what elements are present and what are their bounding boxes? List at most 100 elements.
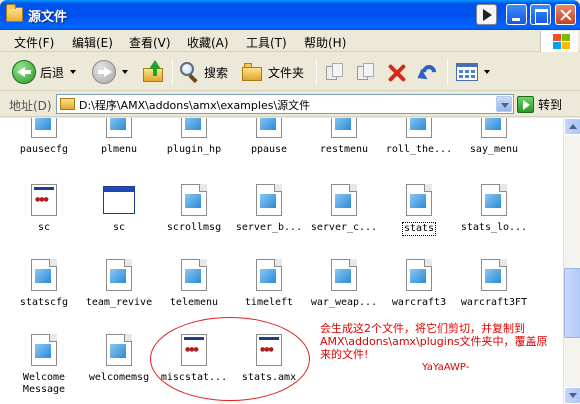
scroll-down-button[interactable] — [564, 387, 580, 404]
scroll-thumb[interactable] — [564, 268, 580, 338]
back-button[interactable]: 后退 — [12, 59, 77, 85]
move-to-icon — [324, 62, 344, 82]
minimize-button[interactable] — [506, 4, 527, 25]
source-file-icon — [31, 259, 57, 291]
file-item[interactable]: war_weap... — [306, 259, 382, 309]
file-item[interactable]: stats_lo... — [456, 184, 532, 234]
file-label: telemenu — [169, 297, 219, 308]
back-label: 后退 — [40, 65, 65, 80]
file-item[interactable]: warcraft3 — [381, 259, 457, 309]
file-item[interactable]: server_b... — [231, 184, 307, 234]
chevron-down-icon[interactable] — [484, 70, 490, 74]
file-item[interactable]: ppause — [231, 118, 307, 156]
forward-button[interactable] — [92, 59, 128, 85]
file-label: restmenu — [319, 144, 369, 155]
media-play-icon[interactable] — [476, 4, 497, 25]
menu-help[interactable]: 帮助(H) — [304, 34, 346, 51]
file-label-selected: stats — [401, 222, 437, 236]
source-file-icon — [181, 184, 207, 216]
copy-to-button[interactable] — [355, 59, 375, 85]
file-label: say_menu — [469, 144, 519, 155]
file-item[interactable]: warcraft3FT — [456, 259, 532, 309]
file-item[interactable]: scrollmsg — [156, 184, 232, 234]
go-label: 转到 — [538, 98, 563, 112]
move-to-button[interactable] — [324, 59, 344, 85]
file-item[interactable]: restmenu — [306, 118, 382, 156]
folder-up-icon — [143, 60, 165, 82]
annotation-line: 来的文件! — [320, 348, 369, 361]
views-button[interactable] — [456, 59, 490, 85]
menu-view[interactable]: 查看(V) — [129, 34, 171, 51]
vertical-scrollbar[interactable] — [563, 118, 580, 404]
file-view[interactable]: pausecfg plmenu plugin_hp ppause restmen… — [0, 118, 563, 404]
maximize-button[interactable] — [530, 4, 551, 25]
menu-edit[interactable]: 编辑(E) — [72, 34, 113, 51]
toolbar-separator — [447, 60, 448, 84]
source-file-icon — [481, 118, 507, 138]
file-label: pausecfg — [19, 144, 69, 155]
annotation-signature: YaYaAWP- — [422, 362, 470, 373]
title-bar[interactable]: 源文件 — [0, 0, 580, 30]
address-path[interactable]: D:\程序\AMX\addons\amx\examples\源文件 — [79, 97, 310, 113]
file-item[interactable]: plmenu — [81, 118, 157, 156]
file-item[interactable]: timeleft — [231, 259, 307, 309]
menu-favorites[interactable]: 收藏(A) — [187, 34, 229, 51]
source-file-icon — [406, 259, 432, 291]
file-item[interactable]: say_menu — [456, 118, 532, 156]
source-file-icon — [331, 184, 357, 216]
delete-button[interactable] — [386, 59, 406, 85]
file-item[interactable]: plugin_hp — [156, 118, 232, 156]
menu-tools[interactable]: 工具(T) — [246, 34, 287, 51]
file-item[interactable]: welcomemsg — [81, 334, 157, 384]
source-file-icon — [481, 259, 507, 291]
address-dropdown-button[interactable] — [496, 96, 512, 112]
file-item[interactable]: stats — [381, 184, 457, 236]
annotation-line: AMX\addons\amx\plugins文件夹中，覆盖原 — [320, 335, 548, 348]
close-button[interactable] — [555, 4, 576, 25]
undo-icon — [414, 62, 439, 84]
folder-icon — [6, 4, 23, 22]
file-item[interactable]: pausecfg — [6, 118, 82, 156]
address-bar: 地址(D) D:\程序\AMX\addons\amx\examples\源文件 … — [0, 92, 580, 117]
windows-logo-icon — [540, 31, 578, 52]
views-icon — [456, 63, 478, 81]
source-file-icon — [31, 334, 57, 366]
folders-button[interactable]: 文件夹 — [242, 59, 304, 85]
chevron-down-icon[interactable] — [122, 70, 128, 74]
source-file-icon — [106, 334, 132, 366]
scroll-up-button[interactable] — [564, 118, 580, 135]
source-file-icon — [256, 184, 282, 216]
file-item[interactable]: statscfg — [6, 259, 82, 309]
file-item[interactable]: server_c... — [306, 184, 382, 234]
copy-to-icon — [355, 62, 375, 82]
file-item[interactable]: team_revive — [81, 259, 157, 309]
source-file-icon — [181, 259, 207, 291]
undo-button[interactable] — [414, 59, 439, 85]
toolbar-separator — [172, 60, 173, 84]
folders-icon — [242, 62, 264, 82]
file-label: plmenu — [100, 144, 138, 155]
file-item[interactable]: sc — [6, 184, 82, 234]
file-label: plugin_hp — [166, 144, 222, 155]
chevron-down-icon[interactable] — [70, 70, 77, 74]
file-item[interactable]: Welcome Message — [6, 334, 82, 396]
file-item[interactable]: sc — [81, 184, 157, 234]
up-button[interactable] — [143, 59, 165, 85]
search-button[interactable]: 搜索 — [178, 59, 228, 85]
source-file-icon — [106, 118, 132, 138]
menu-file[interactable]: 文件(F) — [14, 34, 54, 51]
address-input[interactable]: D:\程序\AMX\addons\amx\examples\源文件 — [56, 94, 514, 114]
file-label: war_weap... — [310, 297, 378, 308]
toolbar-separator — [316, 60, 317, 84]
file-label: stats_lo... — [460, 222, 528, 233]
address-label: 地址(D) — [9, 99, 52, 113]
go-button[interactable]: 转到 — [517, 95, 562, 114]
source-file-icon — [106, 259, 132, 291]
file-label: warcraft3 — [391, 297, 447, 308]
source-file-icon — [181, 118, 207, 138]
source-file-icon — [31, 118, 57, 138]
file-label: roll_the... — [385, 144, 453, 155]
file-item[interactable]: roll_the... — [381, 118, 457, 156]
file-item[interactable]: telemenu — [156, 259, 232, 309]
file-label: warcraft3FT — [460, 297, 528, 308]
